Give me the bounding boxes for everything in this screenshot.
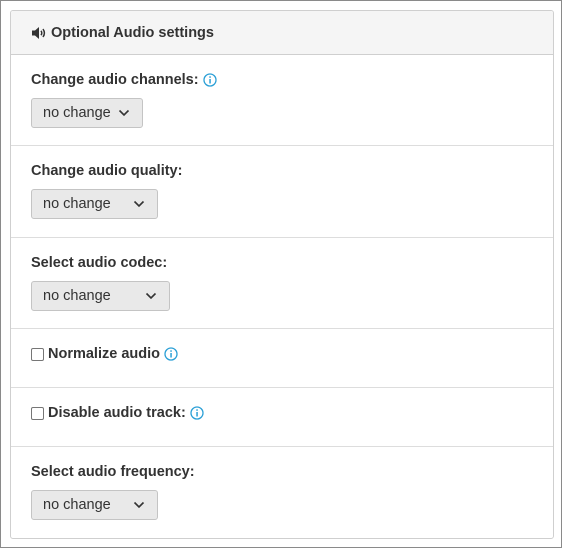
panel-title: Optional Audio settings <box>51 24 214 41</box>
normalize-audio-label: Normalize audio <box>48 346 160 362</box>
disable-audio-track-checkbox[interactable] <box>31 406 44 420</box>
panel-header: Optional Audio settings <box>11 11 553 55</box>
chevron-down-icon <box>133 501 145 509</box>
disable-audio-track-info-icon[interactable] <box>190 406 204 420</box>
chevron-down-icon <box>118 109 130 117</box>
normalize-audio-checkbox[interactable] <box>31 347 44 361</box>
audio-quality-select-value: no change <box>43 196 111 212</box>
disable-audio-track-label: Disable audio track: <box>48 405 186 421</box>
section-disable-audio-track: Disable audio track: <box>11 388 553 447</box>
audio-codec-select-value: no change <box>43 288 111 304</box>
audio-channels-select-value: no change <box>43 105 111 121</box>
speaker-volume-icon <box>31 26 47 40</box>
section-audio-codec: Select audio codec: no change <box>11 238 553 329</box>
disable-audio-track-row: Disable audio track: <box>31 405 204 421</box>
audio-channels-label: Change audio channels: <box>31 72 199 88</box>
chevron-down-icon <box>133 200 145 208</box>
section-audio-channels: Change audio channels: no change <box>11 55 553 146</box>
chevron-down-icon <box>145 292 157 300</box>
section-normalize-audio: Normalize audio <box>11 329 553 388</box>
section-audio-frequency: Select audio frequency: no change <box>11 447 553 538</box>
audio-frequency-label: Select audio frequency: <box>31 464 195 480</box>
audio-codec-label-row: Select audio codec: <box>31 255 167 271</box>
audio-quality-label-row: Change audio quality: <box>31 163 182 179</box>
normalize-audio-row: Normalize audio <box>31 346 178 362</box>
audio-channels-info-icon[interactable] <box>202 73 217 87</box>
section-audio-quality: Change audio quality: no change <box>11 146 553 238</box>
audio-frequency-select-value: no change <box>43 497 111 513</box>
audio-settings-panel: Optional Audio settings Change audio cha… <box>10 10 554 539</box>
audio-frequency-select[interactable]: no change <box>31 490 158 520</box>
audio-frequency-label-row: Select audio frequency: <box>31 464 195 480</box>
audio-codec-label: Select audio codec: <box>31 255 168 271</box>
audio-codec-select[interactable]: no change <box>31 281 170 311</box>
audio-quality-select[interactable]: no change <box>31 189 158 219</box>
normalize-audio-info-icon[interactable] <box>164 347 178 361</box>
audio-channels-label-row: Change audio channels: <box>31 72 217 88</box>
audio-channels-select[interactable]: no change <box>31 98 143 128</box>
audio-quality-label: Change audio quality: <box>31 163 183 179</box>
